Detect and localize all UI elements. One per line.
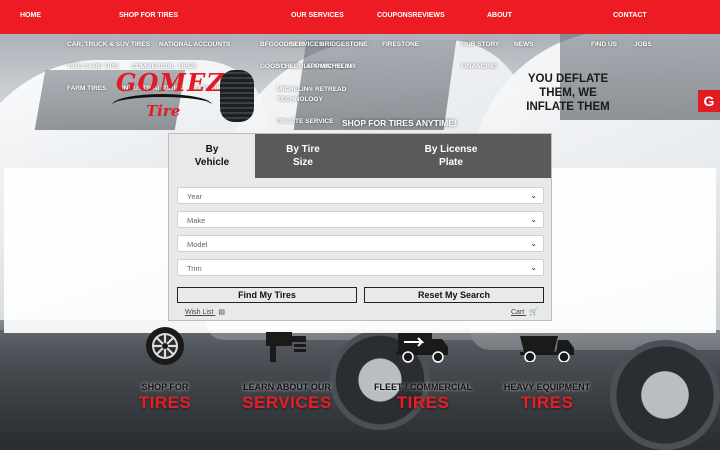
menu-car-truck-suv-tires[interactable]: CAR, TRUCK & SUV TIRES — [67, 41, 150, 48]
reset-my-search-button[interactable]: Reset My Search — [364, 287, 544, 303]
tire-search-widget: By Vehicle By Tire Size By License Plate Ye… — [168, 133, 552, 321]
logo-name: GOMEZ — [116, 68, 225, 97]
menu-our-story[interactable]: OUR STORY — [461, 41, 499, 48]
tab-label-line1: By — [205, 144, 219, 155]
chevron-down-icon: ⌄ — [530, 263, 537, 272]
tab-by-tire-size[interactable]: By Tire Size — [255, 134, 351, 178]
category-services[interactable]: LEARN ABOUT OUR SERVICES — [222, 326, 352, 413]
nav-shop-for-tires[interactable]: SHOP FOR TIRES — [119, 12, 178, 19]
nav-our-services[interactable]: OUR SERVICES — [291, 12, 344, 19]
logo-sub: Tire — [146, 102, 181, 120]
year-select-value: Year — [187, 192, 203, 201]
category-caption: SHOP FOR — [141, 382, 189, 392]
category-caption: LEARN ABOUT OUR — [243, 382, 331, 392]
tab-label-line2: Size — [292, 157, 313, 168]
menu-michelin[interactable]: MICHELIN® — [320, 63, 356, 70]
menu-on-site-service[interactable]: ON-SITE SERVICE — [277, 118, 334, 125]
menu-national-accounts[interactable]: NATIONAL ACCOUNTS — [159, 41, 230, 48]
menu-bridgestone[interactable]: BRIDGESTONE — [320, 41, 368, 48]
menu-news[interactable]: NEWS — [514, 41, 534, 48]
dump-truck-icon — [482, 326, 612, 366]
year-select[interactable]: Year ⌄ — [177, 187, 544, 204]
wish-list-link[interactable]: Wish List ▤ — [185, 308, 225, 316]
category-heavy-equipment[interactable]: HEAVY EQUIPMENT TIRES — [482, 326, 612, 413]
top-nav: HOME SHOP FOR TIRES OUR SERVICES COUPONS… — [0, 0, 720, 34]
tab-by-license-plate[interactable]: By License Plate — [351, 134, 551, 178]
nav-contact[interactable]: CONTACT — [613, 12, 647, 19]
menu-services[interactable]: SERVICES — [290, 41, 323, 48]
shop-anytime-heading: SHOP FOR TIRES ANYTIME! — [342, 118, 457, 128]
category-title: TIRES — [396, 393, 450, 412]
tab-label-line1: By Tire — [286, 144, 320, 155]
menu-michelin-retread[interactable]: MICHELIN® RETREAD TECHNOLOGY — [277, 85, 357, 105]
chevron-down-icon: ⌄ — [530, 191, 537, 200]
cart-link[interactable]: Cart 🛒 — [511, 308, 538, 316]
wish-list-label: Wish List — [185, 309, 214, 316]
tab-by-vehicle[interactable]: By Vehicle — [169, 134, 255, 178]
tab-label-line1: By License — [424, 144, 478, 155]
tagline: YOU DEFLATE THEM, WE INFLATE THEM — [526, 73, 610, 113]
chevron-down-icon: ⌄ — [530, 239, 537, 248]
make-select-value: Make — [187, 216, 206, 225]
menu-financing[interactable]: FINANCING — [461, 63, 497, 70]
menu-find-us[interactable]: FIND US — [591, 41, 617, 48]
menu-tire-care-tips[interactable]: TIRE CARE TIPS — [67, 63, 118, 70]
category-caption: HEAVY EQUIPMENT — [503, 382, 591, 392]
model-select-value: Model — [187, 240, 208, 249]
logo-tire-icon — [220, 70, 254, 122]
menu-farm-tires[interactable]: FARM TIRES — [67, 85, 106, 92]
tire-service-icon — [222, 326, 352, 366]
gomez-tire-logo[interactable]: GOMEZ Tire — [112, 66, 257, 126]
category-title: TIRES — [520, 393, 574, 412]
category-title: SERVICES — [242, 393, 332, 412]
fleet-truck-icon — [358, 326, 488, 366]
cart-label: Cart — [511, 309, 525, 316]
category-fleet-commercial[interactable]: FLEET / COMMERCIAL TIRES — [358, 326, 488, 413]
trim-select-value: Trim — [187, 264, 202, 273]
search-tabs: By Vehicle By Tire Size By License Plate — [169, 134, 551, 178]
cart-icon: 🛒 — [529, 309, 538, 316]
nav-about[interactable]: ABOUT — [487, 12, 512, 19]
model-select[interactable]: Model ⌄ — [177, 235, 544, 252]
tab-label-line2: Plate — [439, 157, 463, 168]
gift-icon: ▤ — [218, 309, 225, 316]
menu-jobs[interactable]: JOBS — [634, 41, 652, 48]
google-reviews-badge[interactable]: G — [698, 90, 720, 112]
category-caption: FLEET / COMMERCIAL — [374, 382, 472, 392]
tire-icon — [100, 326, 230, 366]
trim-select[interactable]: Trim ⌄ — [177, 259, 544, 276]
nav-coupons-reviews[interactable]: COUPONSREVIEWS — [377, 12, 445, 19]
nav-home[interactable]: HOME — [20, 12, 41, 19]
find-my-tires-button[interactable]: Find My Tires — [177, 287, 357, 303]
tab-label-line2: Vehicle — [194, 157, 230, 168]
category-shop-tires[interactable]: SHOP FOR TIRES — [100, 326, 230, 413]
van-wheel — [610, 340, 720, 450]
category-title: TIRES — [138, 393, 192, 412]
make-select[interactable]: Make ⌄ — [177, 211, 544, 228]
chevron-down-icon: ⌄ — [530, 215, 537, 224]
menu-firestone[interactable]: FIRESTONE — [382, 41, 419, 48]
